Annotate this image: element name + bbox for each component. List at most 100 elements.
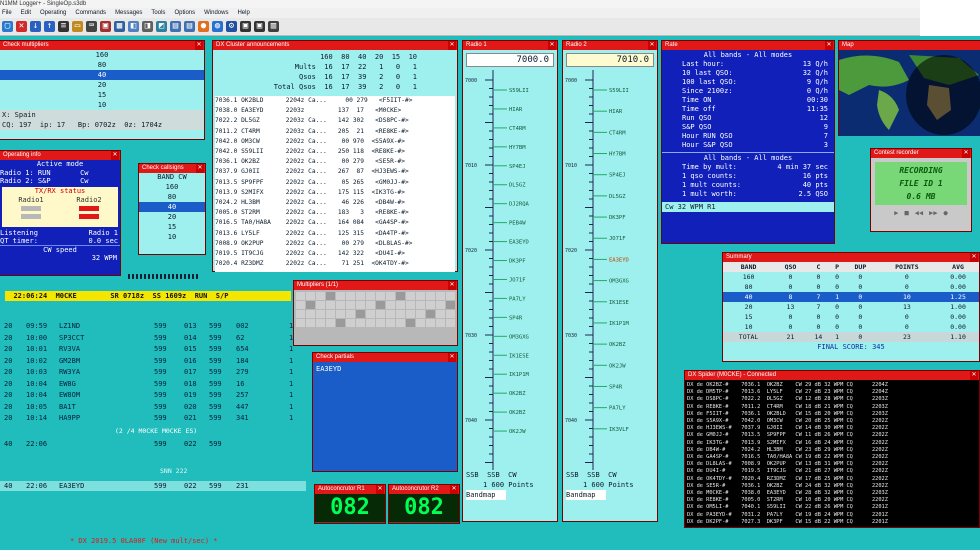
close-icon[interactable]: ✕ xyxy=(196,164,204,173)
band-row[interactable]: 20 xyxy=(0,80,204,90)
multiplier-cell[interactable] xyxy=(446,319,455,327)
spot-call[interactable]: SP4R xyxy=(509,315,523,321)
multiplier-cell[interactable] xyxy=(416,310,425,318)
summary-row[interactable]: 10 0 0 0 0 0 0.00 xyxy=(723,322,979,332)
spot-call[interactable]: OK2JW xyxy=(609,363,626,369)
radio2-bandmap-tab[interactable]: Bandmap xyxy=(566,490,606,500)
spot-row[interactable]: 7008.9 OK2PUP 2202z Ca... 00 279 <DL8LAS… xyxy=(215,239,455,249)
spot-call[interactable]: EA3EYD xyxy=(509,240,529,246)
folder-icon[interactable]: ▭ xyxy=(72,21,83,32)
multiplier-cell[interactable] xyxy=(326,319,335,327)
multiplier-cell[interactable] xyxy=(386,319,395,327)
radio1-band-scale[interactable]: 7000 7010 7020 7030 7040 S59LII HIAR CT4RM HY7BM… xyxy=(463,70,557,470)
multiplier-cell[interactable] xyxy=(306,301,315,309)
menu-item[interactable]: Tools xyxy=(151,8,165,18)
spot-row[interactable]: 7011.2 CT4RM 2203z Ca... 205 21 <RE8KE-#… xyxy=(215,127,455,137)
menu-item[interactable]: Edit xyxy=(21,8,31,18)
multiplier-cell[interactable] xyxy=(336,292,345,300)
band-row[interactable]: 40 xyxy=(0,70,204,80)
menu-item[interactable]: File xyxy=(2,8,12,18)
multiplier-grid[interactable] xyxy=(294,290,457,329)
multiplier-cell[interactable] xyxy=(366,292,375,300)
multiplier-cell[interactable] xyxy=(356,301,365,309)
summary-row[interactable]: 80 0 0 0 0 0 0.00 xyxy=(723,282,979,292)
spot-call[interactable]: SP4EJ xyxy=(609,173,626,179)
tool-icon-3[interactable]: ◧ xyxy=(128,21,139,32)
multiplier-cell[interactable] xyxy=(316,310,325,318)
spot-call[interactable]: EA3EYD xyxy=(609,257,629,263)
spot-call[interactable]: S59LII xyxy=(609,88,629,94)
spot-call[interactable]: CT4RM xyxy=(509,126,526,132)
spot-row[interactable]: 7013.5 SP9FPF 2202z Ca... 05 265 <GM0JJ-… xyxy=(215,178,455,188)
spot-call[interactable]: HY7BM xyxy=(509,145,526,151)
spot-row[interactable]: 7022.2 DL5GZ 2203z Ca... 142 302 <DS8PC-… xyxy=(215,116,455,126)
menu-item[interactable]: Messages xyxy=(115,8,142,18)
spot-call[interactable]: IK3VLF xyxy=(609,427,629,433)
close-icon[interactable]: ✕ xyxy=(195,41,203,50)
log-row[interactable]: 20 10:02 GM2BM 599 016 599 184 1 xyxy=(0,357,306,369)
multiplier-cell[interactable] xyxy=(406,310,415,318)
close-icon[interactable]: ✕ xyxy=(548,41,556,50)
multiplier-cell[interactable] xyxy=(366,310,375,318)
multiplier-cell[interactable] xyxy=(296,292,305,300)
radio1-bandmap-tab[interactable]: Bandmap xyxy=(466,490,506,500)
camera-icon[interactable]: ▣ xyxy=(240,21,251,32)
multiplier-cell[interactable] xyxy=(346,319,355,327)
multiplier-cell[interactable] xyxy=(436,310,445,318)
radio2-band-scale[interactable]: 7000 7010 7020 7030 7040 S59LII HIAR CT4RM HY7BM… xyxy=(563,70,657,470)
spot-call[interactable]: HIAR xyxy=(609,109,623,115)
multiplier-cell[interactable] xyxy=(396,310,405,318)
multiplier-cell[interactable] xyxy=(426,292,435,300)
summary-row[interactable]: 15 0 0 0 0 0 0.00 xyxy=(723,312,979,322)
multiplier-cell[interactable] xyxy=(446,301,455,309)
multiplier-cell[interactable] xyxy=(396,319,405,327)
spot-call[interactable]: HY7BM xyxy=(609,152,626,158)
multiplier-cell[interactable] xyxy=(376,301,385,309)
monitor-icon-2[interactable]: ▤ xyxy=(184,21,195,32)
arrow-up-icon[interactable]: ↑ xyxy=(44,21,55,32)
spot-call[interactable]: PEB4W xyxy=(509,221,526,227)
camera-icon-2[interactable]: ▣ xyxy=(254,21,265,32)
entry-line[interactable]: 40 22:06 EA3EYD 599 022 599 231 xyxy=(0,481,306,491)
spot-call[interactable]: OK2BZ xyxy=(609,342,626,348)
spot-row[interactable]: 7013.6 LY5LF 2202z Ca... 125 315 <DA4TP-… xyxy=(215,229,455,239)
tool-icon[interactable]: ▣ xyxy=(100,21,111,32)
play-icon[interactable]: ▶ xyxy=(894,209,898,217)
menu-item[interactable]: Help xyxy=(237,8,249,18)
spot-call[interactable]: SP4EJ xyxy=(509,164,526,170)
multiplier-cell[interactable] xyxy=(386,292,395,300)
close-icon[interactable]: ✕ xyxy=(448,281,456,290)
spot-call[interactable]: PA7LY xyxy=(509,296,526,302)
stop-icon[interactable]: ■ xyxy=(904,209,908,217)
multiplier-cell[interactable] xyxy=(346,292,355,300)
multiplier-cell[interactable] xyxy=(376,319,385,327)
multiplier-cell[interactable] xyxy=(396,301,405,309)
spot-call[interactable]: OK2BZ xyxy=(509,410,526,416)
spot-call[interactable]: DJ2RQA xyxy=(509,202,530,208)
firefox-icon[interactable]: ● xyxy=(198,21,209,32)
tool-icon-4[interactable]: ◨ xyxy=(142,21,153,32)
multiplier-cell[interactable] xyxy=(376,292,385,300)
multiplier-cell[interactable] xyxy=(436,292,445,300)
keyboard-icon[interactable]: ⌨ xyxy=(86,21,97,32)
multiplier-cell[interactable] xyxy=(416,292,425,300)
spot-call[interactable]: OK2BZ xyxy=(509,391,526,397)
multiplier-cell[interactable] xyxy=(296,310,305,318)
multiplier-cell[interactable] xyxy=(316,292,325,300)
multiplier-cell[interactable] xyxy=(396,292,405,300)
multiplier-cell[interactable] xyxy=(356,319,365,327)
spot-call[interactable]: JO71F xyxy=(509,277,526,283)
band-row[interactable]: 160 xyxy=(139,182,205,192)
spot-call[interactable]: OK2JW xyxy=(509,429,526,435)
multiplier-cell[interactable] xyxy=(436,301,445,309)
multiplier-cell[interactable] xyxy=(316,301,325,309)
spot-row[interactable]: 7020.4 RZ3DMZ 2202z Ca... 71 251 <OK4TDY… xyxy=(215,259,455,269)
monitor-icon[interactable]: ▤ xyxy=(170,21,181,32)
globe-icon[interactable]: ◍ xyxy=(212,21,223,32)
band-row[interactable]: 10 xyxy=(0,100,204,110)
log-row[interactable]: 20 09:59 LZ1ND 599 013 599 002 1 xyxy=(0,322,306,334)
band-row[interactable]: 80 xyxy=(139,192,205,202)
multiplier-cell[interactable] xyxy=(426,319,435,327)
multiplier-cell[interactable] xyxy=(346,301,355,309)
menu-item[interactable]: Windows xyxy=(204,8,228,18)
